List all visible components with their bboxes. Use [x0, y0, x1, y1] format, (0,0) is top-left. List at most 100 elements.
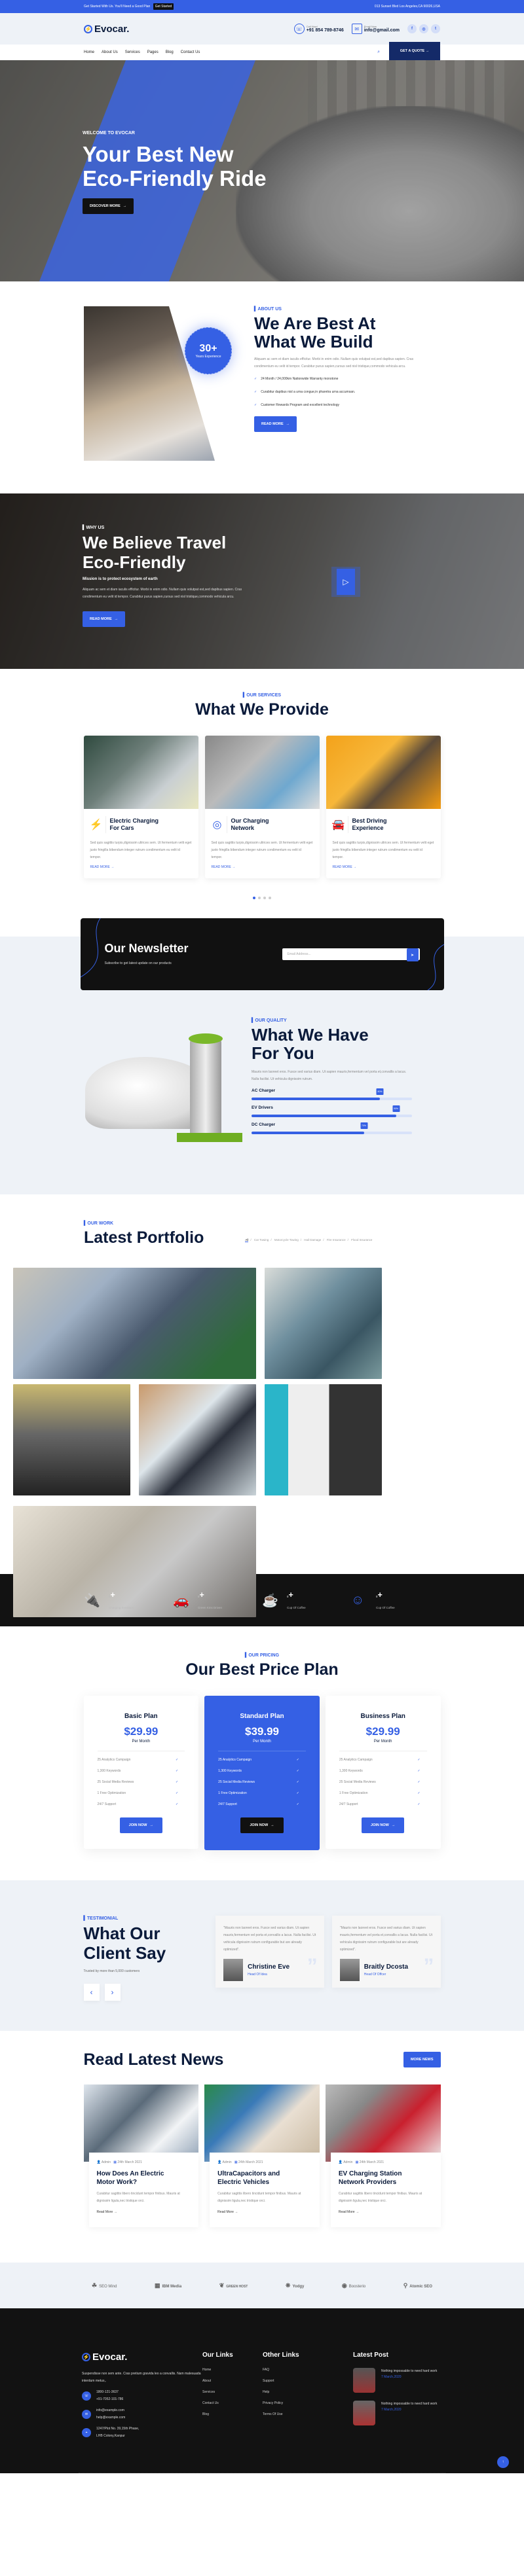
email-contact[interactable]: ✉ Email Now info@gmail.com	[351, 24, 400, 34]
twitter-icon[interactable]: t	[431, 24, 440, 33]
portfolio-filters: All / Car Towing / Motorcycle Towing / Hail…	[245, 1238, 373, 1242]
more-news-button[interactable]: MORE NEWS	[403, 2052, 441, 2067]
progress-fill	[252, 1132, 364, 1134]
footer-email: ✉ info@example.com help@example.com	[82, 2407, 202, 2422]
nav-about[interactable]: About Us	[102, 50, 118, 54]
latest-post[interactable]: Nothing impossable to need hard work 7 Ma…	[353, 2401, 438, 2425]
news-title-link[interactable]: EV Charging Station Network Providers	[339, 2170, 433, 2187]
service-image	[83, 736, 198, 809]
join-now-button[interactable]: JOIN NOW →	[362, 1817, 405, 1833]
check-icon: ✓	[254, 403, 257, 407]
send-icon[interactable]: ➤	[406, 948, 419, 961]
play-video-button[interactable]: ▷	[331, 567, 360, 597]
about-read-more-button[interactable]: READ MORE →	[254, 416, 297, 432]
join-now-button[interactable]: JOIN NOW →	[240, 1817, 284, 1833]
footer-link[interactable]: Support	[263, 2379, 353, 2383]
portfolio-item[interactable]	[139, 1384, 256, 1495]
plan-feature: 25 Social Media Reviews ✓	[339, 1780, 421, 1784]
filter-fire-insurance[interactable]: Fire Insurance	[327, 1238, 346, 1242]
mail-icon: ✉	[351, 24, 362, 34]
footer-link[interactable]: About	[202, 2379, 263, 2383]
quality-title: What We Have For You	[252, 1025, 369, 1063]
newsletter-email-input[interactable]: Email Address... ➤	[282, 948, 420, 961]
discover-more-button[interactable]: DISCOVER MORE →	[83, 198, 134, 214]
footer-link[interactable]: Contact Us	[202, 2401, 263, 2405]
check-icon: ✓	[175, 1780, 179, 1784]
nav-services[interactable]: Services	[125, 50, 140, 54]
check-icon: ✓	[417, 1780, 421, 1784]
search-icon[interactable]: ⌕	[377, 50, 380, 55]
progress-bar: EV Drivers 90%	[252, 1105, 412, 1117]
plan-feature: 24/7 Support ✓	[339, 1802, 421, 1806]
check-icon: ✓	[175, 1802, 179, 1806]
news-title-link[interactable]: UltraCapacitors and Electric Vehicles	[217, 2170, 312, 2187]
footer-link[interactable]: Blog	[202, 2412, 263, 2416]
carousel-dot[interactable]	[253, 897, 255, 899]
post-thumbnail	[353, 2401, 375, 2425]
service-read-more[interactable]: READ MORE →	[333, 865, 434, 869]
next-arrow-icon[interactable]: ›	[104, 1984, 121, 2001]
calendar-icon: ▦	[113, 2160, 117, 2164]
get-started-button[interactable]: Get Started	[153, 3, 174, 10]
footer-link[interactable]: Privacy Policy	[263, 2401, 353, 2405]
latest-post[interactable]: Nothing impossable to need hard work 7 Ma…	[353, 2368, 438, 2393]
carousel-dot[interactable]	[258, 897, 261, 899]
phone-icon: ☏	[293, 24, 305, 34]
logo[interactable]: ⚡ Evocar.	[84, 24, 129, 35]
service-read-more[interactable]: READ MORE →	[212, 865, 313, 869]
carousel-dot[interactable]	[263, 897, 266, 899]
footer-link[interactable]: Help	[263, 2390, 353, 2394]
nav-pages[interactable]: Pages	[147, 50, 159, 54]
news-title-link[interactable]: How Does An Electric Motor Work?	[97, 2170, 191, 2187]
facebook-icon[interactable]: f	[407, 24, 417, 33]
portfolio-item[interactable]	[265, 1268, 382, 1379]
why-us-section: ▍WHY US We Believe Travel Eco-Friendly Mi…	[0, 493, 524, 669]
car-icon: 🚘	[332, 816, 348, 833]
nav-home[interactable]: Home	[84, 50, 94, 54]
footer-logo[interactable]: ⚡ Evocar.	[82, 2352, 202, 2363]
plan-feature: 1 Free Optimization ✓	[339, 1791, 421, 1795]
filter-car-towing[interactable]: Car Towing	[254, 1238, 269, 1242]
join-now-button[interactable]: JOIN NOW →	[119, 1817, 162, 1833]
counter-item: ☺ 0+ Cup Of Coffee	[351, 1590, 395, 1609]
portfolio-item[interactable]	[13, 1384, 130, 1495]
nav-blog[interactable]: Blog	[166, 50, 174, 54]
news-image[interactable]	[204, 2084, 320, 2162]
footer-link[interactable]: Services	[202, 2390, 263, 2394]
nav-contact[interactable]: Contact Us	[181, 50, 200, 54]
call-contact[interactable]: ☏ Call Now! +91 854 789-8746	[293, 24, 344, 34]
filter-motorcycle-towing[interactable]: Motorcycle Towing	[274, 1238, 299, 1242]
progress-value: 80%	[376, 1088, 384, 1095]
plan-feature: 1 Free Optimization ✓	[97, 1791, 179, 1795]
about-text: Aliquam ac sem et diam iaculis efficitur…	[254, 357, 414, 368]
news-read-more[interactable]: Read More →	[217, 2210, 312, 2214]
news-image[interactable]	[325, 2084, 441, 2162]
why-read-more-button[interactable]: READ MORE →	[83, 611, 126, 627]
news-read-more[interactable]: Read More →	[97, 2210, 191, 2214]
brand-logo: ❋ Yodgy	[285, 2281, 305, 2289]
service-read-more[interactable]: READ MORE →	[90, 865, 192, 869]
filter-hail-damage[interactable]: Hail Damage	[304, 1238, 321, 1242]
prev-arrow-icon[interactable]: ‹	[83, 1984, 100, 2001]
news-image[interactable]	[83, 2084, 199, 2162]
newsletter-banner: Our Newsletter Subscribe to get latest u…	[80, 918, 444, 990]
scroll-to-top-button[interactable]: ↑	[497, 2456, 509, 2468]
carousel-dot[interactable]	[269, 897, 271, 899]
filter-flood-insurance[interactable]: Flood Insurance	[351, 1238, 372, 1242]
testimonial-section: ▍TESTIMONIAL What Our Client Say Trusted …	[0, 1880, 524, 2031]
portfolio-item[interactable]	[13, 1268, 256, 1379]
brand-icon: ❦	[219, 2281, 225, 2289]
footer-link[interactable]: Home	[202, 2368, 263, 2372]
car-icon: 🚗	[173, 1593, 189, 1608]
bolt-icon: ⚡	[84, 24, 92, 33]
footer-link[interactable]: FAQ	[263, 2368, 353, 2372]
portfolio-item[interactable]	[265, 1384, 382, 1495]
instagram-icon[interactable]: ◎	[419, 24, 428, 33]
news-title: Read Latest News	[83, 2050, 224, 2069]
brand-icon: ⚲	[403, 2281, 408, 2289]
filter-all[interactable]: All	[245, 1238, 249, 1242]
news-read-more[interactable]: Read More →	[339, 2210, 433, 2214]
get-quote-button[interactable]: GET A QUOTE →	[389, 42, 440, 60]
footer-phone: ☏ 1800-121-3637 +91-7052-101-786	[82, 2389, 202, 2403]
footer-link[interactable]: Terms Of Use	[263, 2412, 353, 2416]
